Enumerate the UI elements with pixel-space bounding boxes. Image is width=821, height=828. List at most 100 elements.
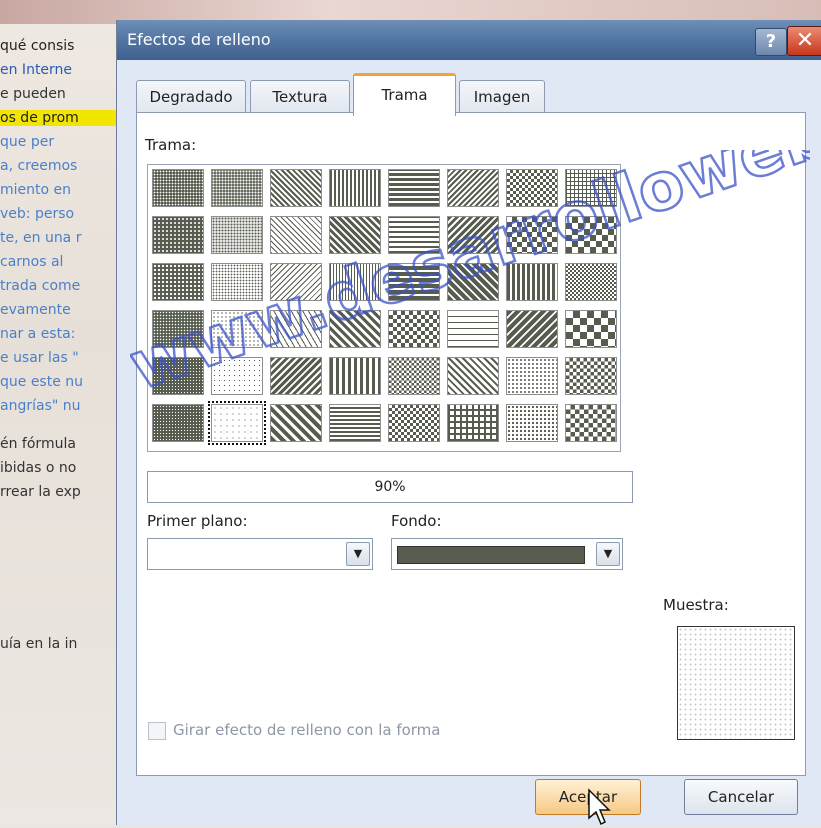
fill-effects-dialog: Efectos de relleno ? ✕ Degradado Textura…: [116, 20, 821, 826]
pattern-swatch[interactable]: [211, 216, 263, 254]
pattern-swatch[interactable]: [329, 263, 381, 301]
preview-label: Muestra:: [663, 596, 729, 614]
chevron-down-icon[interactable]: ▼: [596, 542, 620, 566]
background-text-line: angrías" nu: [0, 398, 81, 414]
background-color-select[interactable]: ▼: [391, 538, 623, 570]
pattern-swatch[interactable]: [270, 310, 322, 348]
close-button[interactable]: ✕: [787, 26, 821, 56]
pattern-swatch[interactable]: [329, 404, 381, 442]
pattern-swatch[interactable]: [565, 216, 617, 254]
pattern-swatch[interactable]: [506, 216, 558, 254]
background-text-line: te, en una r: [0, 230, 82, 246]
pattern-swatch[interactable]: [270, 404, 322, 442]
pattern-swatch[interactable]: [211, 169, 263, 207]
pattern-swatch[interactable]: [211, 310, 263, 348]
pattern-swatch[interactable]: [565, 404, 617, 442]
pattern-swatch[interactable]: [565, 357, 617, 395]
pattern-swatch[interactable]: [388, 169, 440, 207]
selected-pattern-name: 90%: [147, 471, 633, 503]
pattern-grid: [147, 164, 621, 452]
background-text-line: miento en: [0, 182, 72, 198]
pattern-preview: [677, 626, 795, 740]
foreground-color-select[interactable]: ▼: [147, 538, 373, 570]
background-text-line: evamente: [0, 302, 71, 318]
tab-degradado[interactable]: Degradado: [136, 80, 246, 113]
background-text-line: que per: [0, 134, 55, 150]
pattern-swatch[interactable]: [506, 404, 558, 442]
pattern-swatch[interactable]: [447, 404, 499, 442]
pattern-swatch[interactable]: [329, 169, 381, 207]
pattern-swatch[interactable]: [447, 263, 499, 301]
tab-label: Trama: [381, 86, 428, 104]
pattern-swatch[interactable]: [447, 357, 499, 395]
pattern-swatch[interactable]: [208, 401, 266, 445]
rotate-fill-label: Girar efecto de relleno con la forma: [173, 721, 441, 739]
pattern-swatch[interactable]: [270, 263, 322, 301]
chevron-down-icon[interactable]: ▼: [346, 542, 370, 566]
background-text-line: én fórmula: [0, 436, 76, 452]
background-text-line: nar a esta:: [0, 326, 76, 342]
cancel-button[interactable]: Cancelar: [684, 779, 798, 815]
tab-trama[interactable]: Trama: [353, 73, 456, 116]
tab-label: Imagen: [473, 88, 531, 106]
pattern-swatch[interactable]: [388, 404, 440, 442]
pattern-swatch[interactable]: [565, 310, 617, 348]
background-text-line: trada come: [0, 278, 81, 294]
pattern-swatch[interactable]: [270, 357, 322, 395]
pattern-swatch[interactable]: [152, 310, 204, 348]
help-button[interactable]: ?: [755, 28, 787, 56]
pattern-swatch[interactable]: [447, 169, 499, 207]
cancel-button-label: Cancelar: [707, 788, 775, 806]
background-text-line: e usar las ": [0, 350, 79, 366]
pattern-swatch[interactable]: [388, 357, 440, 395]
background-text-line: a, creemos: [0, 158, 78, 174]
pattern-label: Trama:: [145, 136, 197, 154]
tab-label: Textura: [272, 88, 328, 106]
tab-imagen[interactable]: Imagen: [459, 80, 545, 113]
background-color-swatch: [397, 546, 585, 564]
pattern-swatch[interactable]: [211, 263, 263, 301]
background-text-line: ibidas o no: [0, 460, 77, 476]
background-text-line: e pueden: [0, 86, 66, 102]
pattern-swatch[interactable]: [447, 216, 499, 254]
background-text-line: en Interne: [0, 62, 73, 78]
pattern-swatch[interactable]: [388, 263, 440, 301]
dialog-title: Efectos de relleno: [127, 30, 271, 49]
pattern-swatch[interactable]: [506, 357, 558, 395]
pattern-swatch[interactable]: [329, 357, 381, 395]
pattern-swatch[interactable]: [211, 357, 263, 395]
pattern-swatch[interactable]: [152, 357, 204, 395]
pattern-swatch[interactable]: [152, 404, 204, 442]
background-text-line: uía en la in: [0, 636, 78, 652]
pattern-swatch[interactable]: [329, 310, 381, 348]
background-text-line: os de prom: [0, 110, 116, 126]
pattern-swatch[interactable]: [270, 169, 322, 207]
background-text-line: carnos al: [0, 254, 64, 270]
pattern-swatch[interactable]: [565, 169, 617, 207]
pattern-swatch[interactable]: [152, 263, 204, 301]
pattern-swatch[interactable]: [506, 169, 558, 207]
pattern-swatch[interactable]: [388, 216, 440, 254]
pattern-swatch[interactable]: [447, 310, 499, 348]
close-icon: ✕: [795, 28, 815, 53]
background-text-line: veb: perso: [0, 206, 75, 222]
pattern-swatch[interactable]: [565, 263, 617, 301]
background-text-line: rrear la exp: [0, 484, 81, 500]
pattern-swatch[interactable]: [270, 216, 322, 254]
foreground-label: Primer plano:: [147, 512, 248, 530]
pattern-swatch[interactable]: [506, 263, 558, 301]
background-text-line: qué consis: [0, 38, 75, 54]
pattern-swatch[interactable]: [506, 310, 558, 348]
tab-textura[interactable]: Textura: [250, 80, 350, 113]
mouse-pointer-icon: [588, 788, 611, 826]
pattern-swatch[interactable]: [329, 216, 381, 254]
background-label: Fondo:: [391, 512, 442, 530]
tab-label: Degradado: [149, 88, 233, 106]
pattern-swatch[interactable]: [152, 216, 204, 254]
background-text-line: que este nu: [0, 374, 84, 390]
pattern-swatch[interactable]: [388, 310, 440, 348]
pattern-swatch[interactable]: [152, 169, 204, 207]
rotate-fill-checkbox[interactable]: [148, 722, 166, 740]
dialog-title-bar[interactable]: Efectos de relleno ? ✕: [117, 20, 821, 60]
help-icon: ?: [765, 31, 777, 52]
